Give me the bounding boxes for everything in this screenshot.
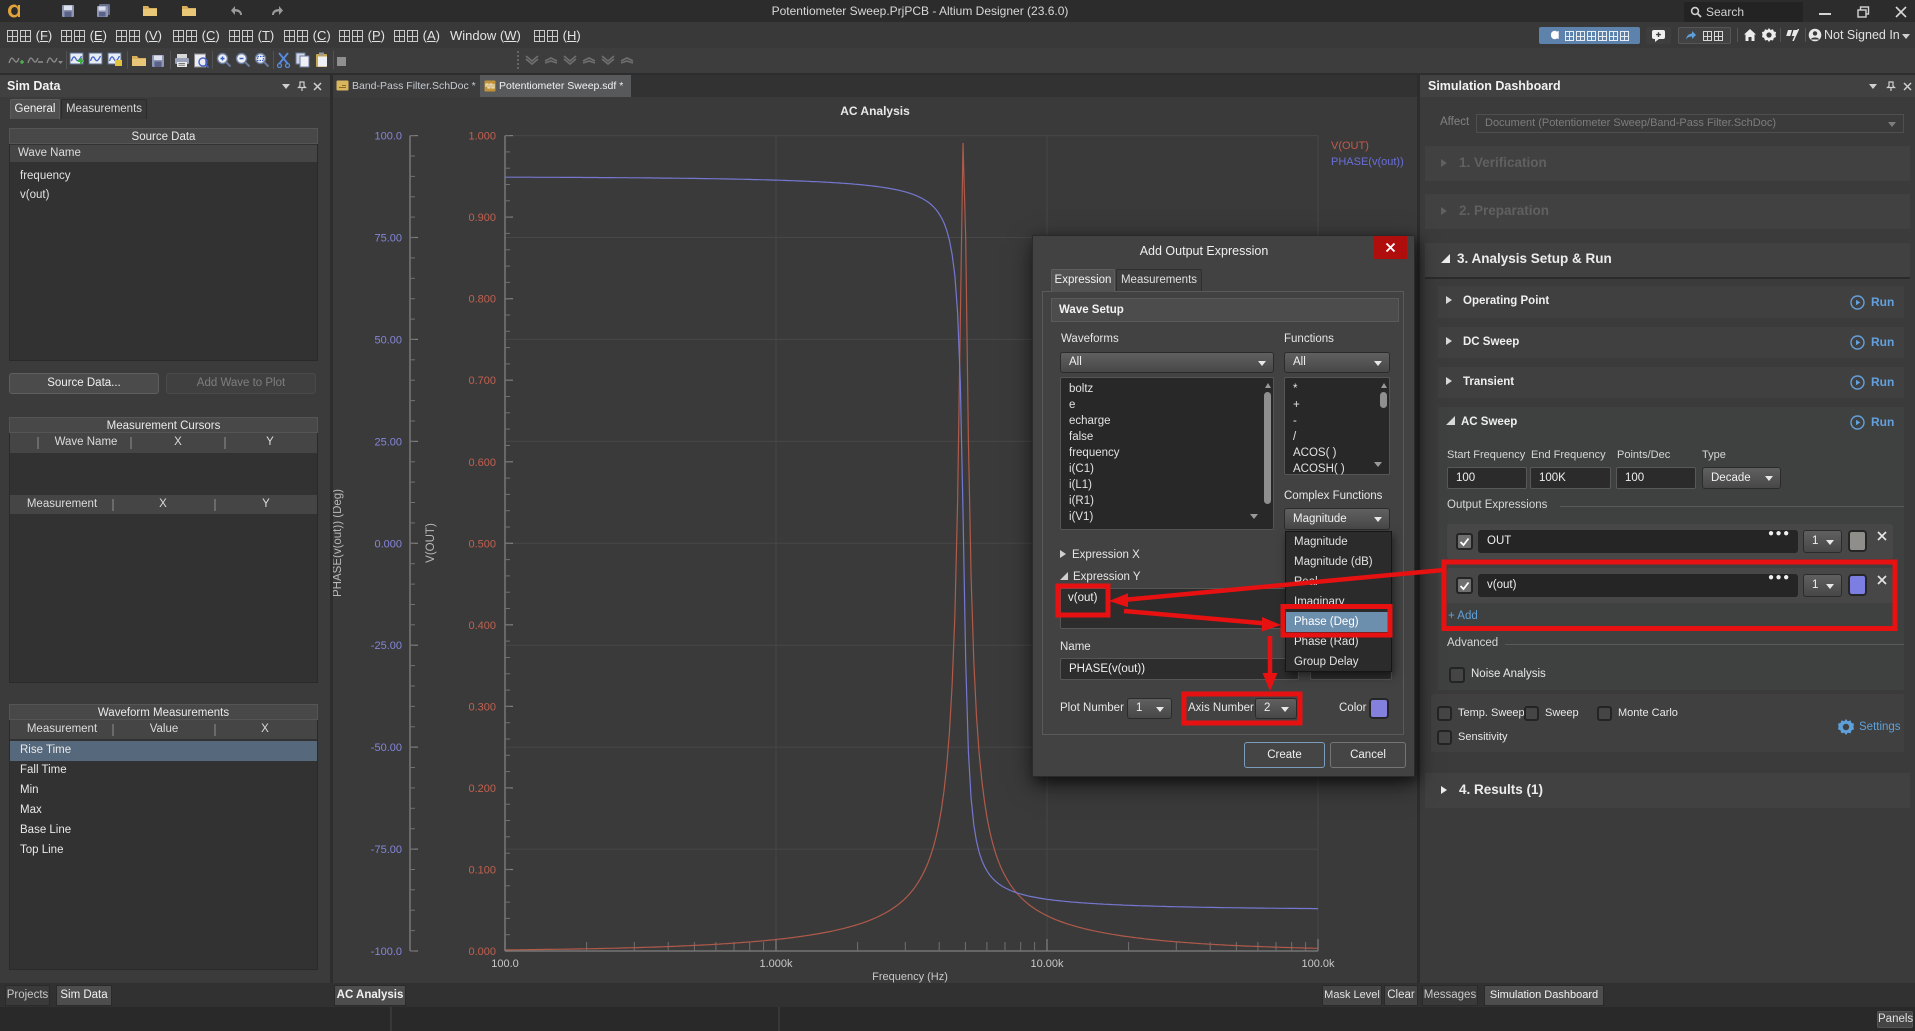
svg-text:0.000: 0.000 [374, 538, 402, 550]
svg-text:0.100: 0.100 [468, 865, 496, 877]
svg-text:Frequency (Hz): Frequency (Hz) [872, 971, 948, 983]
svg-text:25.00: 25.00 [374, 436, 402, 448]
svg-text:100.0k: 100.0k [1301, 958, 1335, 970]
svg-text:-50.00: -50.00 [371, 742, 402, 754]
svg-text:0.300: 0.300 [468, 701, 496, 713]
svg-text:0.900: 0.900 [468, 212, 496, 224]
svg-text:75.00: 75.00 [374, 233, 402, 245]
svg-text:0.200: 0.200 [468, 783, 496, 795]
svg-text:0.500: 0.500 [468, 538, 496, 550]
svg-text:PHASE(v(out)) (Deg): PHASE(v(out)) (Deg) [333, 489, 344, 597]
svg-text:0.400: 0.400 [468, 620, 496, 632]
svg-text:0.600: 0.600 [468, 457, 496, 469]
svg-text:100.0: 100.0 [491, 958, 519, 970]
svg-text:V(OUT): V(OUT) [425, 523, 437, 563]
svg-text:50.00: 50.00 [374, 334, 402, 346]
svg-text:10.00k: 10.00k [1030, 958, 1064, 970]
svg-text:1.000: 1.000 [468, 131, 496, 143]
svg-text:-100.0: -100.0 [371, 946, 402, 958]
svg-text:0.800: 0.800 [468, 294, 496, 306]
svg-text:V(OUT): V(OUT) [1331, 140, 1369, 152]
svg-text:-25.00: -25.00 [371, 640, 402, 652]
svg-text:100.0: 100.0 [374, 131, 402, 143]
svg-text:1.000k: 1.000k [759, 958, 793, 970]
svg-text:0.000: 0.000 [468, 946, 496, 958]
svg-text:-75.00: -75.00 [371, 844, 402, 856]
svg-text:PHASE(v(out)): PHASE(v(out)) [1331, 156, 1404, 168]
svg-text:0.700: 0.700 [468, 375, 496, 387]
